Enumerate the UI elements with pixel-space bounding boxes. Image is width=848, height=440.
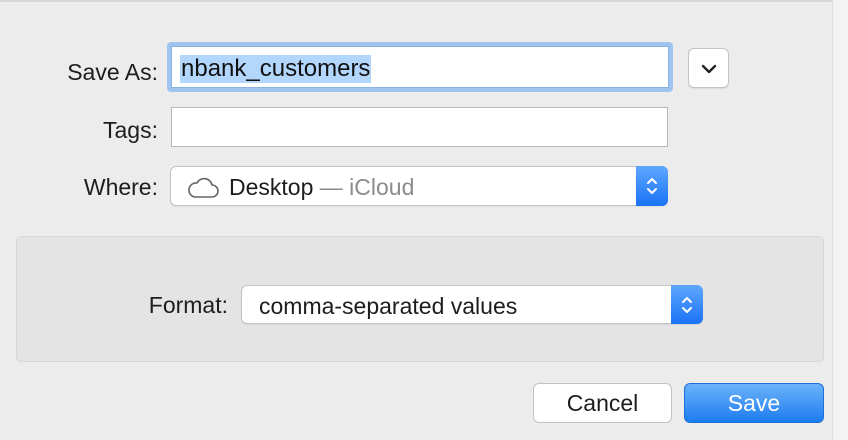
format-popup[interactable]: comma-separated values xyxy=(241,285,703,324)
format-stepper[interactable] xyxy=(671,285,703,324)
format-value: comma-separated values xyxy=(259,293,518,319)
save-as-label: Save As: xyxy=(67,59,158,85)
chevron-down-icon xyxy=(701,64,717,74)
save-as-field[interactable]: nbank_customers xyxy=(167,42,673,92)
window-top-edge xyxy=(0,0,848,2)
save-as-value[interactable]: nbank_customers xyxy=(180,55,372,83)
where-label: Where: xyxy=(83,174,158,200)
where-location: Desktop xyxy=(229,174,314,200)
save-button[interactable]: Save xyxy=(684,383,824,423)
cloud-icon xyxy=(188,177,219,198)
format-label: Format: xyxy=(148,292,228,318)
where-value: Desktop — iCloud xyxy=(229,174,414,200)
where-service: iCloud xyxy=(349,174,415,200)
up-down-chevron-icon xyxy=(647,178,657,194)
expand-dialog-button[interactable] xyxy=(688,48,729,88)
tags-input[interactable] xyxy=(171,107,668,147)
where-popup[interactable]: Desktop — iCloud xyxy=(170,166,668,206)
where-separator: — xyxy=(319,174,343,200)
where-stepper[interactable] xyxy=(636,166,668,206)
up-down-chevron-icon xyxy=(682,296,692,313)
tags-label: Tags: xyxy=(103,117,158,143)
window-scroll-edge xyxy=(832,0,848,440)
cancel-button[interactable]: Cancel xyxy=(533,383,672,423)
